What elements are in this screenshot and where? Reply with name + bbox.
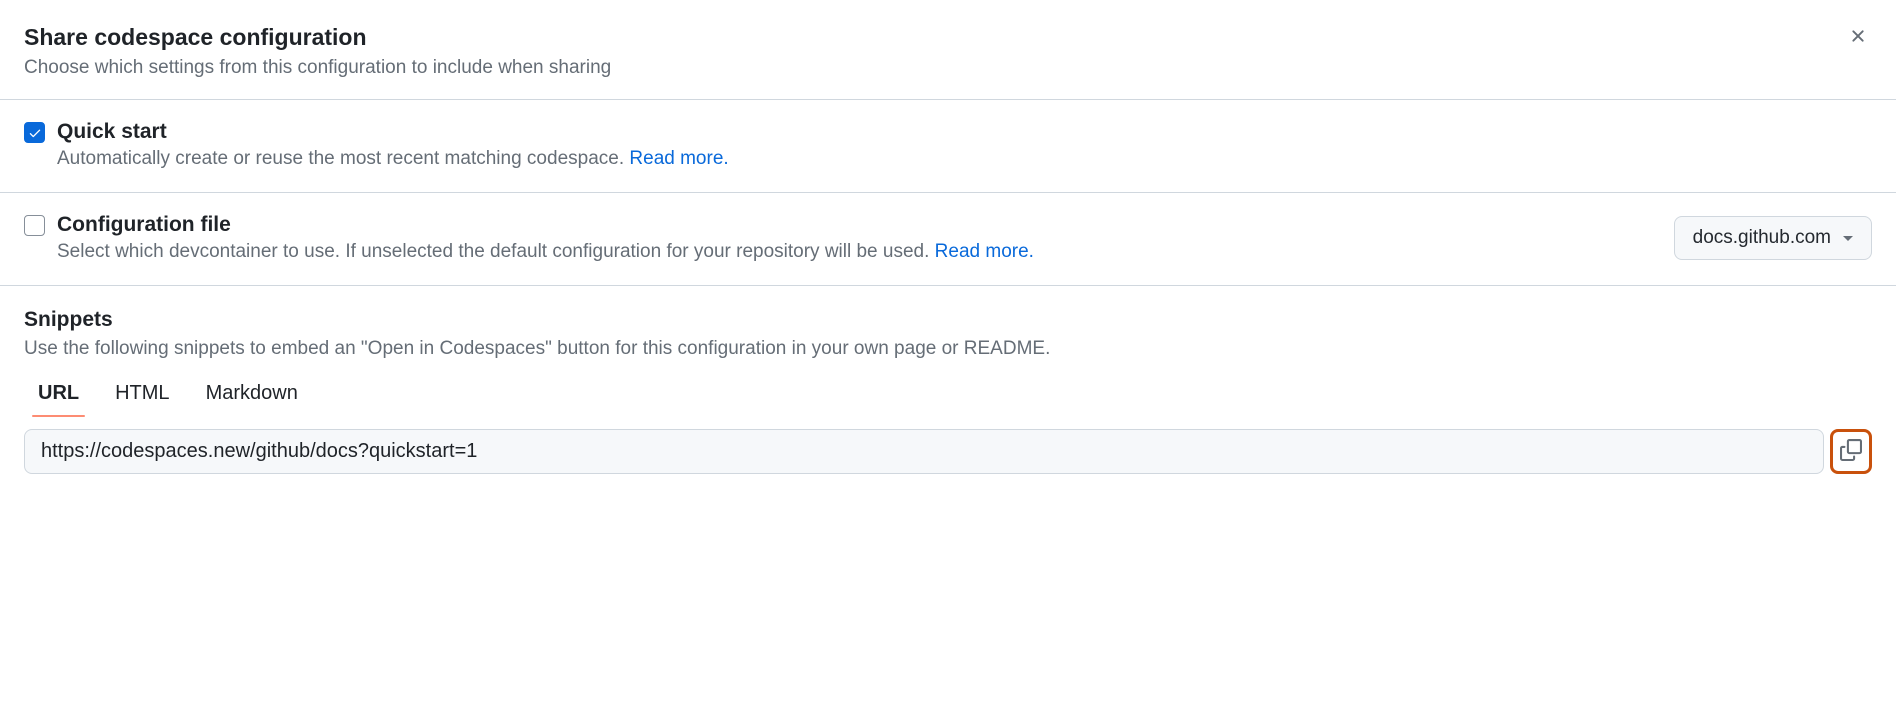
snippet-url-input[interactable]: [24, 429, 1824, 474]
devcontainer-dropdown[interactable]: docs.github.com: [1674, 216, 1872, 260]
snippet-row: [24, 429, 1872, 474]
dialog-title: Share codespace configuration: [24, 24, 1872, 51]
snippets-tabs: URL HTML Markdown: [24, 382, 1872, 417]
quickstart-label: Quick start: [57, 120, 1872, 144]
quickstart-readmore-link[interactable]: Read more.: [629, 148, 728, 169]
tab-markdown[interactable]: Markdown: [206, 382, 298, 417]
dropdown-value: docs.github.com: [1693, 227, 1831, 249]
copy-icon: [1840, 439, 1862, 464]
option-configfile: Configuration file Select which devconta…: [0, 193, 1896, 286]
quickstart-checkbox[interactable]: [24, 122, 45, 143]
close-button[interactable]: [1844, 22, 1872, 53]
dialog-subtitle: Choose which settings from this configur…: [24, 57, 1872, 79]
configfile-description: Select which devcontainer to use. If uns…: [57, 241, 1674, 263]
configfile-checkbox[interactable]: [24, 215, 45, 236]
snippets-section: Snippets Use the following snippets to e…: [0, 286, 1896, 498]
tab-html[interactable]: HTML: [115, 382, 169, 417]
snippets-title: Snippets: [24, 308, 1872, 332]
snippets-description: Use the following snippets to embed an "…: [24, 338, 1872, 360]
copy-button[interactable]: [1836, 435, 1866, 468]
share-codespace-dialog: Share codespace configuration Choose whi…: [0, 0, 1896, 498]
configfile-label: Configuration file: [57, 213, 1674, 237]
configfile-readmore-link[interactable]: Read more.: [935, 241, 1034, 262]
dialog-header: Share codespace configuration Choose whi…: [0, 0, 1896, 100]
option-quickstart: Quick start Automatically create or reus…: [0, 100, 1896, 193]
tab-url[interactable]: URL: [38, 382, 79, 417]
close-icon: [1848, 26, 1868, 49]
copy-highlight: [1830, 429, 1872, 474]
quickstart-description: Automatically create or reuse the most r…: [57, 148, 1872, 170]
chevron-down-icon: [1843, 236, 1853, 241]
